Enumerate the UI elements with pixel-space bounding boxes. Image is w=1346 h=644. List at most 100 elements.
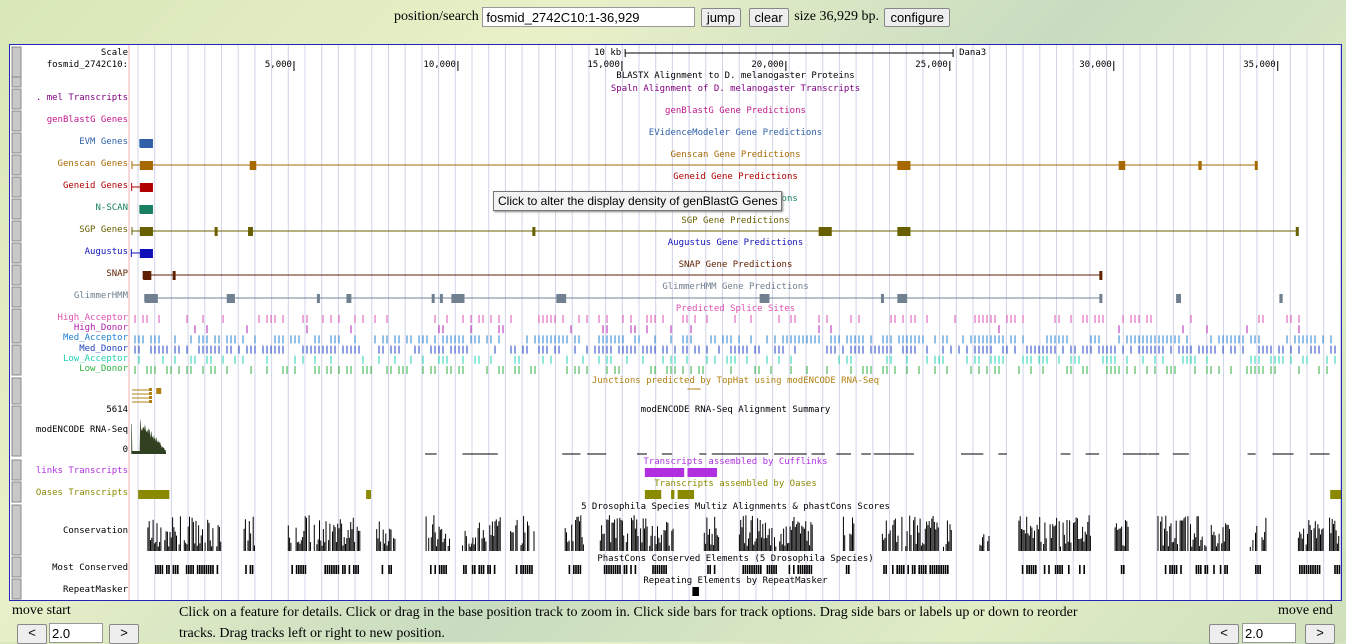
move-end-left-button[interactable]: <	[1209, 624, 1239, 644]
track-label[interactable]: RepeatMasker	[63, 585, 128, 595]
track-label[interactable]: modENCODE RNA-Seq	[36, 425, 128, 435]
conserved-element	[522, 565, 524, 574]
track-side-bar[interactable]	[11, 242, 22, 264]
splice-row-label[interactable]: Low_Donor	[79, 364, 128, 374]
conserved-element	[342, 565, 344, 574]
splice-row-label[interactable]: High_Acceptor	[58, 313, 128, 323]
conserved-element	[474, 565, 476, 574]
move-start-label: move start	[12, 603, 71, 618]
conserved-element	[942, 565, 945, 574]
track-label[interactable]: SNAP	[106, 269, 128, 279]
track-side-bar[interactable]	[11, 132, 22, 154]
oases-transcript	[366, 490, 372, 499]
move-end-right-button[interactable]: >	[1305, 624, 1335, 644]
jump-button[interactable]: jump	[700, 7, 741, 27]
move-start-input[interactable]	[49, 623, 103, 643]
conserved-element	[1305, 565, 1308, 574]
track-side-bar[interactable]	[11, 154, 22, 176]
conserved-element	[196, 565, 199, 574]
gene-exon	[556, 294, 567, 303]
conserved-element	[1195, 565, 1198, 574]
track-side-bar[interactable]	[11, 504, 22, 556]
conserved-element	[625, 565, 628, 574]
move-start-left-button[interactable]: <	[17, 624, 47, 644]
help-text: Click on a feature for details. Click or…	[179, 605, 1078, 620]
conserved-element	[918, 565, 920, 574]
conserved-element	[1206, 565, 1209, 574]
track-label[interactable]: Augustus	[85, 247, 128, 257]
track-label[interactable]: Conservation	[63, 526, 128, 536]
conserved-element	[652, 565, 654, 574]
conserved-element	[1314, 565, 1316, 574]
track-label[interactable]: N-SCAN	[95, 203, 128, 213]
track-side-bar[interactable]	[11, 110, 22, 132]
conserved-element	[920, 565, 923, 574]
track-label[interactable]: Geneid Genes	[63, 181, 128, 191]
track-label[interactable]: Most Conserved	[52, 563, 128, 573]
track-side-bar[interactable]	[11, 578, 22, 600]
track-label[interactable]: . mel Transcripts	[36, 93, 128, 103]
track-side-bar[interactable]	[11, 308, 22, 344]
conserved-element	[1164, 565, 1167, 574]
browser-image[interactable]: Scale fosmid_2742C10: 10 kb Dana3 5,000 10,00…	[9, 44, 1342, 601]
track-side-bar[interactable]	[11, 556, 22, 578]
gene-exon	[431, 294, 435, 303]
track-side-bar[interactable]	[11, 405, 22, 457]
conserved-element	[172, 565, 175, 574]
track-label[interactable]: EVM Genes	[79, 137, 128, 147]
move-end-input[interactable]	[1242, 623, 1296, 643]
splice-row-label[interactable]: Med_Donor	[79, 344, 128, 354]
track-side-bar[interactable]	[11, 286, 22, 308]
splice-row-label[interactable]: Low_Acceptor	[63, 354, 128, 364]
conserved-element	[1120, 565, 1123, 574]
conserved-element	[1197, 565, 1200, 574]
conserved-element	[612, 565, 615, 574]
conserved-element	[845, 565, 848, 574]
track-label[interactable]: GlimmerHMM	[74, 291, 128, 301]
position-search-input[interactable]	[482, 7, 696, 27]
clear-button[interactable]: clear	[748, 7, 789, 27]
track-label[interactable]: SGP Genes	[79, 225, 128, 235]
track-label[interactable]: genBlastG Genes	[47, 115, 128, 125]
conserved-element	[658, 565, 661, 574]
track-label[interactable]: Oases Transcripts	[36, 488, 128, 498]
conserved-element	[1301, 565, 1303, 574]
configure-button[interactable]: configure	[884, 7, 950, 27]
conserved-element	[328, 565, 331, 574]
track-side-bar[interactable]	[11, 481, 22, 503]
conserved-element	[1226, 565, 1228, 574]
conserved-element	[663, 565, 665, 574]
conserved-element	[1068, 565, 1070, 574]
junction-block	[149, 388, 153, 391]
splice-row-label[interactable]: Med_Acceptor	[63, 333, 128, 343]
track-side-bar[interactable]	[11, 46, 22, 78]
splice-row-label[interactable]: High_Donor	[74, 323, 128, 333]
track-side-bar[interactable]	[11, 88, 22, 110]
track-side-bar[interactable]	[11, 377, 22, 405]
conserved-element	[381, 565, 384, 574]
conserved-element	[619, 565, 621, 574]
conserved-element	[161, 565, 164, 574]
track-title: BLASTX Alignment to D. melanogaster Prot…	[616, 71, 855, 81]
conserved-element	[1219, 565, 1222, 574]
track-label[interactable]: links Transcripts	[36, 466, 128, 476]
track-side-bar[interactable]	[11, 459, 22, 481]
track-side-bar[interactable]	[11, 176, 22, 198]
ruler-tick-label: 5,000	[264, 60, 292, 70]
conserved-element	[1336, 565, 1338, 574]
conserved-element	[1257, 565, 1259, 574]
conserved-element	[1035, 565, 1037, 574]
chrom-label: fosmid_2742C10:	[46, 60, 128, 70]
conserved-element	[357, 565, 359, 574]
track-side-bar[interactable]	[11, 198, 22, 220]
track-side-bar[interactable]	[11, 264, 22, 286]
track-side-bar[interactable]	[11, 344, 22, 376]
conserved-element	[203, 565, 205, 574]
track-label[interactable]: Genscan Genes	[58, 159, 128, 169]
gene-exon	[226, 294, 235, 303]
conserved-element	[892, 565, 894, 574]
track-side-bar[interactable]	[11, 220, 22, 242]
conserved-element	[190, 565, 192, 574]
move-start-right-button[interactable]: >	[109, 624, 139, 644]
track-side-bar[interactable]	[11, 76, 22, 88]
